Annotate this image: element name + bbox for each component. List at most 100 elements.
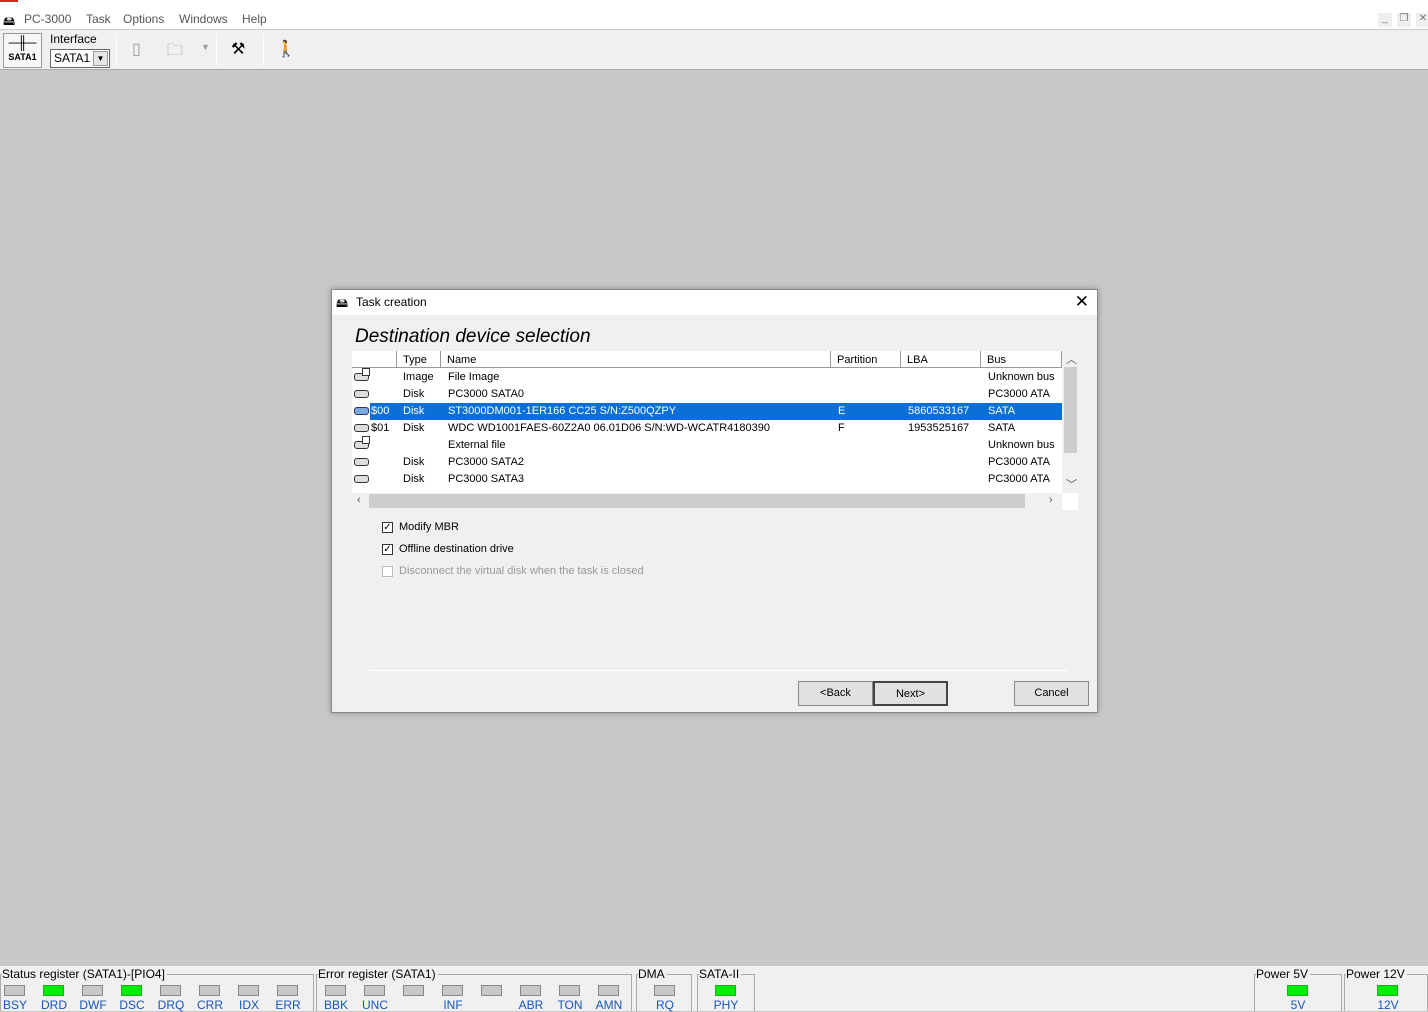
menu-bar: 🖴 PC-3000 Task Options Windows Help _ ❐ …	[0, 0, 1428, 29]
close-app-button[interactable]: ✕	[1416, 13, 1428, 27]
option-checkbox[interactable]: ✓ Modify MBR	[382, 521, 459, 533]
cell-partition: E	[838, 405, 846, 417]
group-title: Power 12V	[1346, 967, 1407, 981]
led-label: TON	[557, 998, 583, 1012]
table-row[interactable]: Image File Image Unknown bus	[352, 368, 1062, 386]
cell-id: $01	[371, 422, 390, 434]
cell-type: Disk	[403, 422, 425, 434]
task-creation-dialog: 🖴 Task creation ✕ Destination device sel…	[331, 289, 1098, 713]
cell-bus: SATA	[988, 422, 1016, 434]
table-row[interactable]: Disk PC3000 SATA3 PC3000 ATA	[352, 471, 1062, 488]
led-label: BSY	[2, 998, 27, 1012]
cell-name: PC3000 SATA0	[448, 388, 525, 400]
exit-icon[interactable]: 🚶	[276, 39, 296, 59]
menu-task[interactable]: Task	[86, 12, 111, 26]
table-row[interactable]: External file Unknown bus	[352, 436, 1062, 454]
led-indicator	[1287, 985, 1308, 996]
led-indicator	[442, 985, 463, 996]
option-checkbox: Disconnect the virtual disk when the tas…	[382, 565, 644, 577]
led-indicator	[481, 985, 502, 996]
cell-partition: F	[838, 422, 845, 434]
cell-bus: PC3000 ATA	[988, 473, 1050, 485]
next-button[interactable]: Next>	[873, 681, 948, 706]
checkbox[interactable]: ✓	[382, 543, 393, 555]
table-row[interactable]: $00 Disk ST3000DM001-1ER166 CC25 S/N:Z500Q…	[352, 403, 1062, 420]
led-label: DRQ	[157, 998, 185, 1012]
title-accent	[0, 0, 18, 2]
led-indicator	[277, 985, 298, 996]
close-icon[interactable]: ✕	[1075, 292, 1089, 312]
scroll-thumb[interactable]	[1064, 367, 1077, 453]
divider	[369, 670, 1069, 671]
disk-icon	[354, 424, 369, 432]
column-header[interactable]: Type	[397, 351, 441, 368]
disk-icon	[354, 407, 369, 415]
cell-id: $00	[371, 405, 390, 417]
back-button[interactable]: <Back	[798, 681, 873, 706]
new-file-icon[interactable]: ▯	[132, 39, 141, 59]
sata-button-label: SATA1	[8, 52, 37, 62]
led-label: BBK	[323, 998, 348, 1012]
led-label: RQ	[656, 998, 674, 1012]
checkbox-label: Disconnect the virtual disk when the tas…	[399, 565, 644, 577]
cell-bus: Unknown bus	[988, 371, 1055, 383]
group-title: Error register (SATA1)	[318, 967, 438, 981]
cell-bus: PC3000 ATA	[988, 388, 1050, 400]
table-row[interactable]: $01 Disk WDC WD1001FAES-60Z2A0 06.01D06 S/…	[352, 420, 1062, 437]
menu-windows[interactable]: Windows	[179, 12, 228, 26]
led-label: PHY	[713, 998, 739, 1012]
chevron-down-icon[interactable]: ▼	[201, 42, 210, 52]
scroll-thumb[interactable]	[369, 494, 1025, 508]
table-row[interactable]: Disk PC3000 SATA0 PC3000 ATA	[352, 386, 1062, 403]
app-icon: 🖴	[336, 296, 349, 310]
column-header[interactable]: Name	[441, 351, 831, 368]
led-label: DWF	[79, 998, 107, 1012]
menu-help[interactable]: Help	[242, 12, 267, 26]
cell-name: PC3000 SATA3	[448, 473, 525, 485]
scroll-left-icon[interactable]: ‹	[357, 494, 361, 506]
interface-value: SATA1	[54, 51, 91, 65]
column-header[interactable]	[352, 351, 397, 368]
column-header[interactable]: Bus	[981, 351, 1062, 368]
vertical-scrollbar[interactable]: ︿ ﹀	[1062, 351, 1078, 493]
table-row[interactable]: Disk PC3000 SATA2 PC3000 ATA	[352, 454, 1062, 471]
group-title: Status register (SATA1)-[PIO4]	[2, 967, 167, 981]
minimize-button[interactable]: _	[1378, 13, 1392, 27]
led-indicator	[403, 985, 424, 996]
chevron-down-icon: ▼	[93, 51, 108, 66]
led-indicator	[325, 985, 346, 996]
cell-type: Image	[403, 371, 434, 383]
restore-button[interactable]: ❐	[1397, 13, 1411, 27]
cell-lba: 5860533167	[908, 405, 970, 417]
led-indicator	[238, 985, 259, 996]
cancel-button[interactable]: Cancel	[1014, 681, 1089, 706]
cell-lba: 1953525167	[908, 422, 970, 434]
checkbox[interactable]: ✓	[382, 521, 393, 533]
scroll-up-icon[interactable]: ︿	[1066, 351, 1077, 367]
cell-bus: SATA	[988, 405, 1016, 417]
led-indicator	[364, 985, 385, 996]
cell-name: File Image	[448, 371, 500, 383]
disk-icon	[354, 475, 369, 483]
disk-icon	[354, 390, 369, 398]
led-indicator	[1377, 985, 1398, 996]
option-checkbox[interactable]: ✓ Offline destination drive	[382, 543, 514, 555]
interface-select[interactable]: SATA1 ▼	[50, 49, 110, 68]
tools-icon[interactable]: ⚒	[231, 39, 245, 59]
cell-bus: PC3000 ATA	[988, 456, 1050, 468]
scroll-right-icon[interactable]: ›	[1049, 494, 1053, 506]
led-indicator	[43, 985, 64, 996]
column-header[interactable]: LBA	[901, 351, 981, 368]
led-label: 12V	[1377, 998, 1399, 1012]
horizontal-scrollbar[interactable]: ‹ ›	[352, 493, 1062, 510]
device-list[interactable]: Type Name Partition LBA Bus Image File Image U…	[352, 351, 1078, 510]
separator	[263, 34, 264, 66]
led-label: INF	[443, 998, 463, 1012]
sata-port-button[interactable]: ─╫─ SATA1	[3, 33, 42, 68]
scroll-down-icon[interactable]: ﹀	[1066, 476, 1077, 492]
menu-options[interactable]: Options	[123, 12, 164, 26]
open-folder-icon[interactable]: 🗀	[167, 39, 183, 66]
page-title: Destination device selection	[355, 326, 591, 347]
column-header[interactable]: Partition	[831, 351, 901, 368]
interface-label: Interface	[50, 32, 97, 46]
